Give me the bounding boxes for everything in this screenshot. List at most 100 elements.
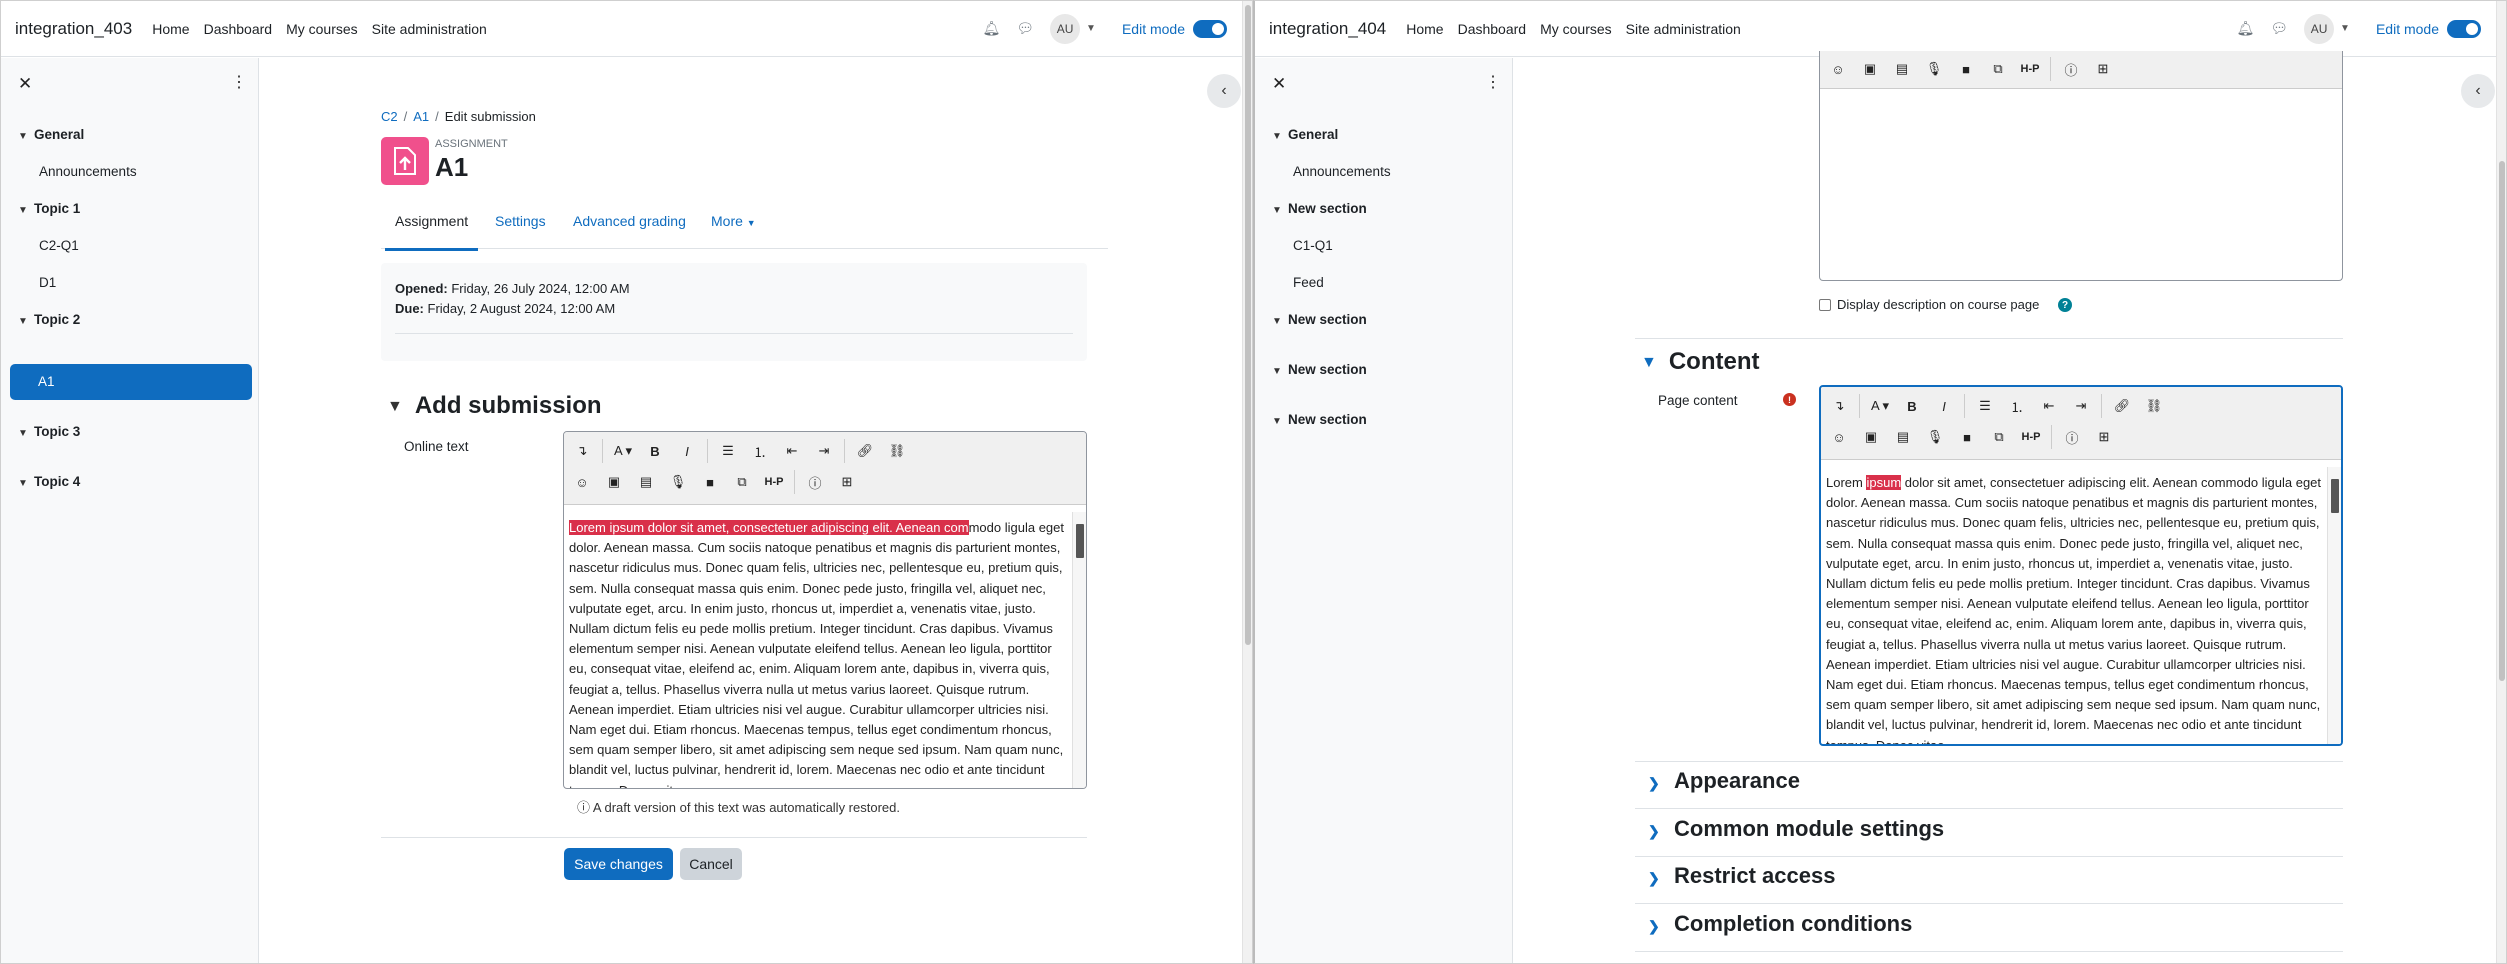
site-name[interactable]: integration_404 [1269,19,1386,39]
section-new-3[interactable]: ▼ New section [1272,362,1367,377]
chevron-down-icon[interactable]: ▼ [18,478,34,489]
avatar[interactable]: AU [1050,13,1081,44]
chevron-down-icon[interactable]: ▼ [18,205,34,216]
chevron-down-icon[interactable]: ▼ [1086,23,1096,34]
h5p-icon[interactable]: H-P [2019,425,2043,449]
emoji-icon[interactable]: ☺ [1826,57,1850,81]
microphone-icon[interactable]: 🎙︎ [666,470,690,494]
editor-scrollbar[interactable] [2327,467,2341,744]
page-scrollbar[interactable] [2496,1,2506,963]
bell-icon[interactable]: 🔔︎ [2236,20,2254,37]
link-icon[interactable]: 🔗︎ [2110,394,2134,418]
media-icon[interactable]: ▤ [1891,425,1915,449]
help-icon[interactable]: ? [2058,298,2072,312]
section-general[interactable]: ▼ General [18,127,84,142]
chevron-down-icon[interactable]: ▼ [18,131,34,142]
page-content-editor[interactable]: ↴ A ▾ B I ☰ ⒈ ⇤ ⇥ 🔗︎ ⛓ ☺ ▣ ▤ 🎙︎ ■ ⧉ H-P … [1819,385,2343,746]
accessibility-icon[interactable]: ⓘ [803,470,827,494]
cancel-button[interactable]: Cancel [680,848,742,880]
chevron-down-icon[interactable]: ▼ [1272,366,1288,377]
block-drawer-toggle[interactable]: ‹ [1207,74,1241,108]
display-description-checkbox[interactable] [1819,299,1831,311]
image-icon[interactable]: ▣ [1859,425,1883,449]
edit-mode-toggle[interactable] [2447,19,2481,38]
chevron-down-icon[interactable]: ▼ [387,398,403,415]
chevron-right-icon[interactable]: ❯ [1648,823,1662,840]
section-new-1[interactable]: ▼ New section [1272,201,1367,216]
microphone-icon[interactable]: 🎙︎ [1923,425,1947,449]
nav-dashboard[interactable]: Dashboard [1458,21,1527,37]
scrollbar-thumb[interactable] [2499,161,2505,681]
italic-icon[interactable]: I [1932,394,1956,418]
video-icon[interactable]: ■ [1954,57,1978,81]
close-icon[interactable]: ✕ [1272,74,1286,94]
block-drawer-toggle[interactable]: ‹ [2461,74,2495,108]
bell-icon[interactable]: 🔔︎ [982,20,1000,37]
section-new-4[interactable]: ▼ New section [1272,412,1367,427]
avatar[interactable]: AU [2304,13,2335,44]
save-changes-button[interactable]: Save changes [564,848,673,880]
emoji-icon[interactable]: ☺ [570,470,594,494]
table-icon[interactable]: ⊞ [2091,57,2115,81]
drawer-item-feed[interactable]: Feed [1293,275,1324,290]
accessibility-icon[interactable]: ⓘ [2060,425,2084,449]
copy-icon[interactable]: ⧉ [730,470,754,494]
video-icon[interactable]: ■ [1955,425,1979,449]
chevron-right-icon[interactable]: ❯ [1648,775,1662,792]
nav-home[interactable]: Home [1406,21,1443,37]
outdent-icon[interactable]: ⇤ [2037,394,2061,418]
tab-settings[interactable]: Settings [495,213,546,229]
link-icon[interactable]: 🔗︎ [853,439,877,463]
indent-icon[interactable]: ⇥ [812,439,836,463]
media-icon[interactable]: ▤ [1890,57,1914,81]
image-icon[interactable]: ▣ [1858,57,1882,81]
numbered-list-icon[interactable]: ⒈ [2005,394,2029,418]
chevron-right-icon[interactable]: ❯ [1648,870,1662,887]
editor-content[interactable]: Lorem ipsum dolor sit amet, consectetuer… [1821,467,2327,744]
microphone-icon[interactable]: 🎙︎ [1922,57,1946,81]
font-size-icon[interactable]: A ▾ [1868,394,1892,418]
copy-icon[interactable]: ⧉ [1987,425,2011,449]
drawer-item-c1-q1[interactable]: C1-Q1 [1293,238,1333,253]
italic-icon[interactable]: I [675,439,699,463]
numbered-list-icon[interactable]: ⒈ [748,439,772,463]
section-new-2[interactable]: ▼ New section [1272,312,1367,327]
chevron-down-icon[interactable]: ▼ [1272,205,1288,216]
section-general[interactable]: ▼ General [1272,127,1338,142]
chevron-down-icon[interactable]: ▼ [1272,131,1288,142]
chevron-down-icon[interactable]: ▼ [2340,23,2350,34]
image-icon[interactable]: ▣ [602,470,626,494]
undo-redo-icon[interactable]: ↴ [570,439,594,463]
breadcrumb-c2[interactable]: C2 [381,109,398,124]
media-icon[interactable]: ▤ [634,470,658,494]
bold-icon[interactable]: B [643,439,667,463]
close-icon[interactable]: ✕ [18,74,32,94]
drawer-item-d1[interactable]: D1 [39,275,56,290]
section-topic-2[interactable]: ▼ Topic 2 [18,312,80,327]
chat-icon[interactable]: 💬︎ [1016,20,1034,37]
bullet-list-icon[interactable]: ☰ [716,439,740,463]
h5p-icon[interactable]: H-P [2018,57,2042,81]
drawer-item-a1-active[interactable]: A1 [10,364,252,400]
chevron-down-icon[interactable]: ▼ [1641,354,1657,371]
unlink-icon[interactable]: ⛓ [885,439,909,463]
nav-dashboard[interactable]: Dashboard [204,21,273,37]
site-name[interactable]: integration_403 [15,19,132,39]
kebab-menu-icon[interactable]: ⋮ [1485,72,1501,92]
chevron-down-icon[interactable]: ▼ [18,316,34,327]
nav-my-courses[interactable]: My courses [286,21,358,37]
font-size-icon[interactable]: A ▾ [611,439,635,463]
emoji-icon[interactable]: ☺ [1827,425,1851,449]
outdent-icon[interactable]: ⇤ [780,439,804,463]
drawer-item-announcements[interactable]: Announcements [39,164,137,179]
restrict-access-section[interactable]: ❯ Restrict access [1648,863,1835,889]
editor-content[interactable]: Lorem ipsum dolor sit amet, consectetuer… [564,512,1072,788]
video-icon[interactable]: ■ [698,470,722,494]
chevron-down-icon[interactable]: ▼ [18,428,34,439]
chevron-down-icon[interactable]: ▼ [1272,316,1288,327]
drawer-item-announcements[interactable]: Announcements [1293,164,1391,179]
kebab-menu-icon[interactable]: ⋮ [231,72,247,92]
table-icon[interactable]: ⊞ [2092,425,2116,449]
editor-scrollbar[interactable] [1072,512,1086,788]
unlink-icon[interactable]: ⛓ [2142,394,2166,418]
